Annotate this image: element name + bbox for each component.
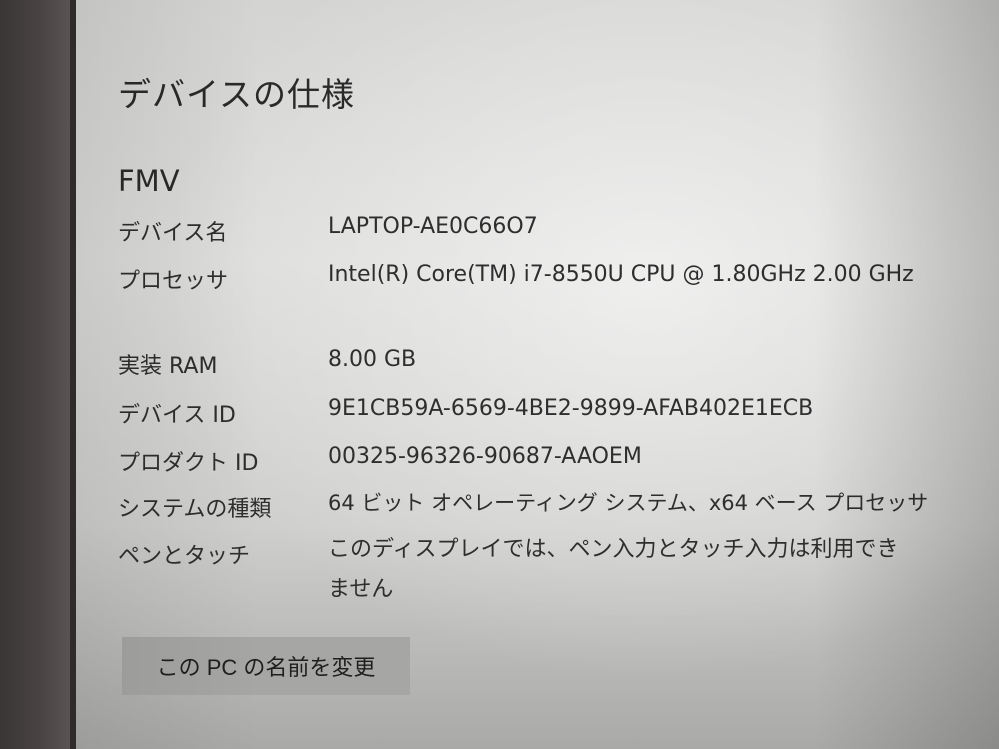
- spec-value: 9E1CB59A-6569-4BE2-9899-AFAB402E1ECB: [328, 396, 814, 421]
- spec-label: ペンとタッチ: [118, 544, 251, 569]
- spec-label: デバイス ID: [118, 403, 236, 428]
- spec-row-ram: 実装 RAM 8.00 GB: [118, 347, 978, 380]
- spec-value: 00325-96326-90687-AAOEM: [328, 444, 642, 469]
- spec-row-device-name: デバイス名 LAPTOP-AE0C66O7: [118, 214, 978, 247]
- spec-value: LAPTOP-AE0C66O7: [328, 214, 538, 239]
- spec-row-processor: プロセッサ Intel(R) Core(TM) i7-8550U CPU @ 1…: [118, 262, 978, 295]
- spec-label: システムの種類: [118, 497, 272, 522]
- spec-label: プロダクト ID: [118, 451, 259, 476]
- spec-value: このディスプレイでは、ペン入力とタッチ入力は利用できません: [328, 537, 899, 602]
- spec-label: 実装 RAM: [118, 354, 218, 379]
- spec-row-pen-touch: ペンとタッチ このディスプレイでは、ペン入力とタッチ入力は利用できません: [118, 537, 978, 610]
- rename-pc-button[interactable]: この PC の名前を変更: [122, 637, 410, 695]
- section-title: デバイスの仕様: [118, 75, 356, 114]
- spec-row-system-type: システムの種類 64 ビット オペレーティング システム、x64 ベース プロセ…: [118, 491, 978, 523]
- monitor-bezel: [0, 0, 76, 749]
- device-specs-panel: デバイスの仕様 FMV デバイス名 LAPTOP-AE0C66O7 プロセッサ …: [76, 0, 999, 749]
- spec-row-device-id: デバイス ID 9E1CB59A-6569-4BE2-9899-AFAB402E…: [118, 396, 978, 429]
- spec-row-product-id: プロダクト ID 00325-96326-90687-AAOEM: [118, 444, 978, 477]
- brand-name: FMV: [118, 164, 180, 198]
- spec-value: 8.00 GB: [328, 347, 417, 372]
- spec-label: プロセッサ: [118, 269, 229, 294]
- spec-value: 64 ビット オペレーティング システム、x64 ベース プロセッサ: [328, 491, 929, 515]
- spec-value: Intel(R) Core(TM) i7-8550U CPU @ 1.80GHz…: [328, 262, 914, 287]
- spec-label: デバイス名: [118, 221, 228, 246]
